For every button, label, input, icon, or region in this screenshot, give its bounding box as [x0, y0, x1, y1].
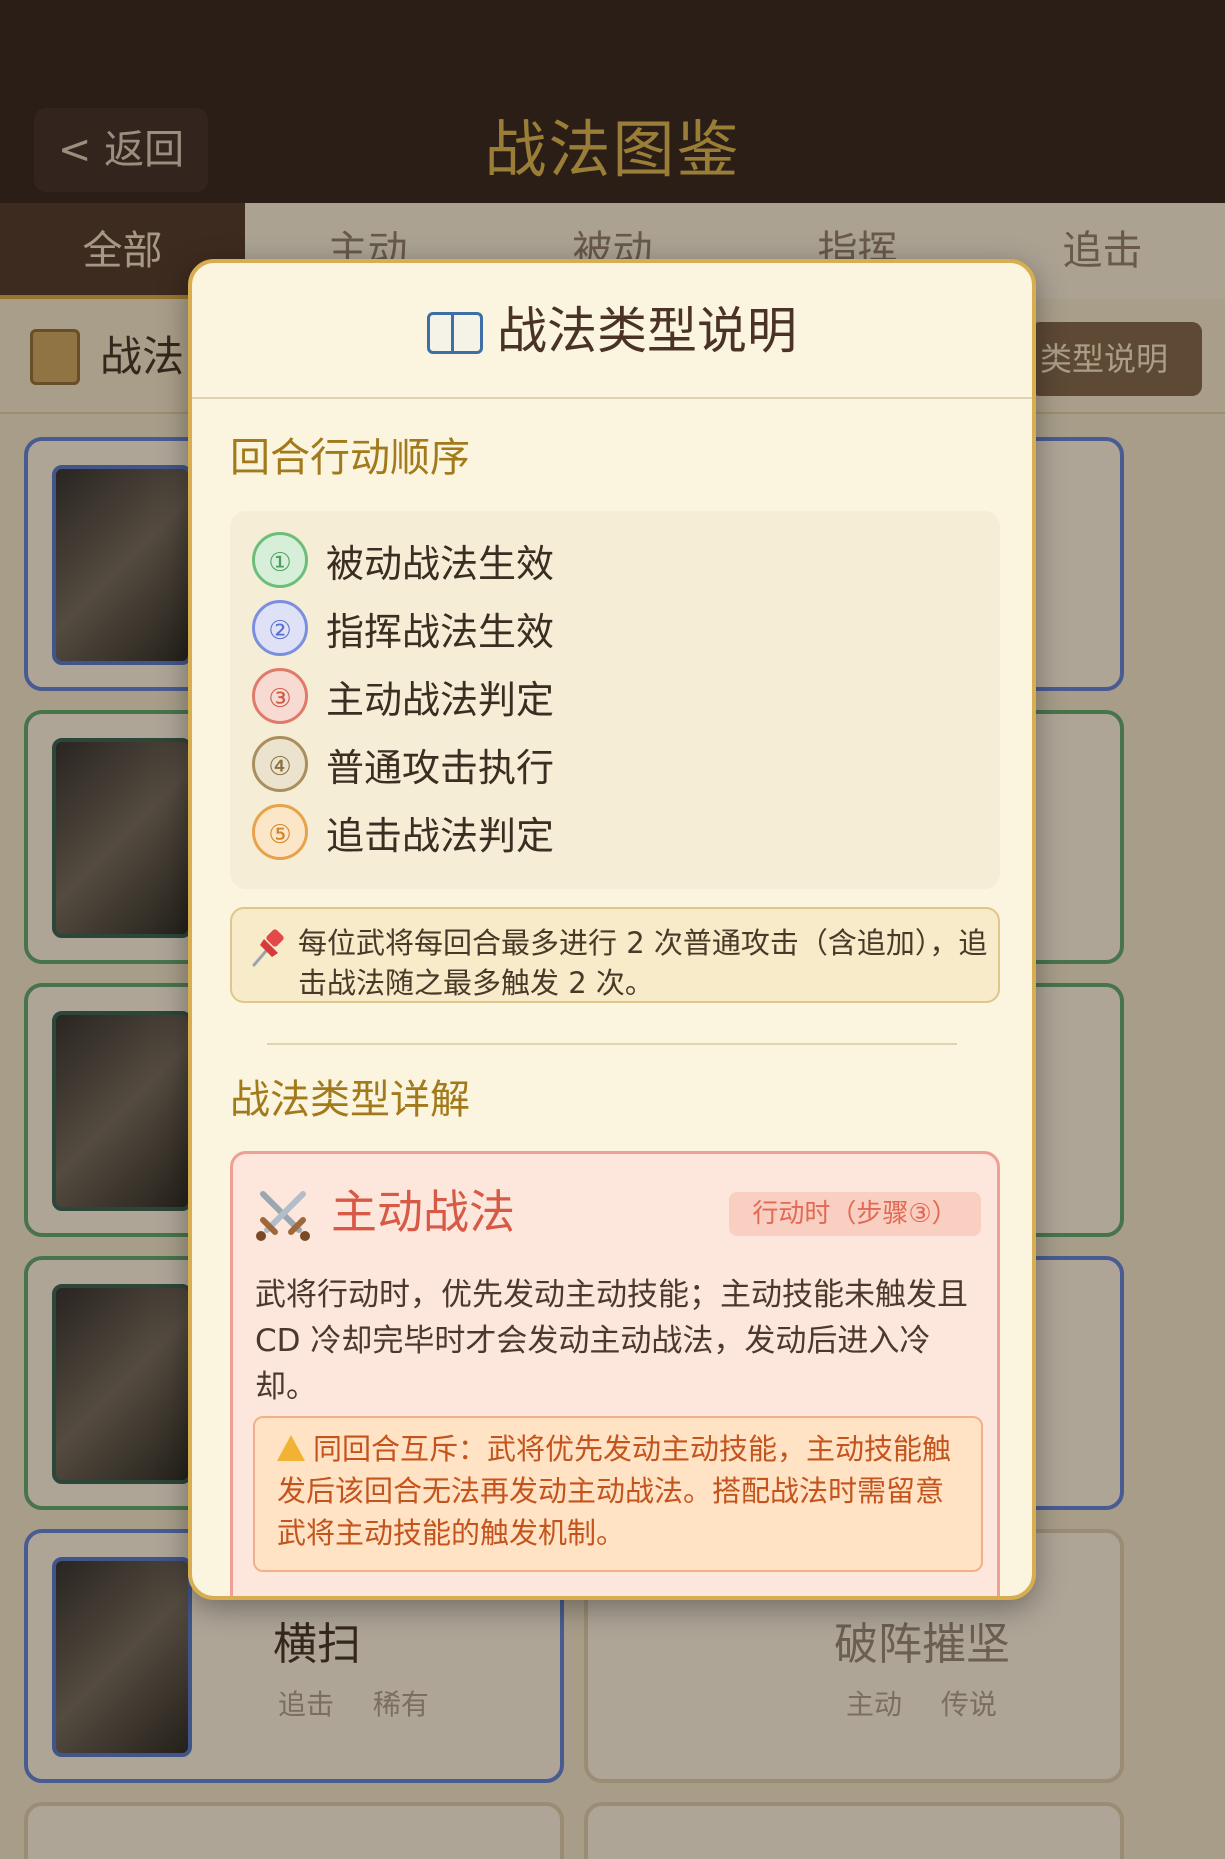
step-number: ③ [252, 668, 308, 724]
crossed-swords-icon [256, 1191, 310, 1241]
active-tactic-description: 武将行动时，优先发动主动技能；主动技能未触发且 CD 冷却完毕时才会发动主动战法… [255, 1277, 968, 1405]
warning-icon [277, 1435, 305, 1461]
divider [267, 1043, 957, 1045]
step-number: ① [252, 532, 308, 588]
book-icon [427, 312, 483, 354]
warning-content: 同回合互斥：武将优先发动主动技能，主动技能触发后该回合无法再发动主动战法。搭配战… [277, 1432, 952, 1550]
list-item: ③ 主动战法判定 [252, 668, 554, 724]
step-number: ② [252, 600, 308, 656]
order-section-title: 回合行动顺序 [230, 435, 470, 481]
timing-badge: 行动时（步骤③） [729, 1192, 981, 1236]
step-label: 主动战法判定 [326, 677, 555, 722]
step-label: 追击战法判定 [326, 813, 555, 858]
modal-title: 战法类型说明 [497, 302, 797, 360]
modal-header: 战法类型说明 [192, 263, 1032, 399]
step-number: ④ [252, 736, 308, 792]
list-item: ② 指挥战法生效 [252, 600, 554, 656]
step-label: 指挥战法生效 [326, 609, 555, 654]
list-item: ④ 普通攻击执行 [252, 736, 554, 792]
list-item: ⑤ 追击战法判定 [252, 804, 554, 860]
step-label: 被动战法生效 [326, 541, 555, 586]
type-info-modal: 战法类型说明 回合行动顺序 ① 被动战法生效 ② 指挥战法生效 ③ 主动战法判定… [188, 259, 1036, 1600]
attack-note: 每位武将每回合最多进行 2 次普通攻击（含追加），追击战法随之最多触发 2 次。 [230, 907, 1000, 1003]
note-text: 每位武将每回合最多进行 2 次普通攻击（含追加），追击战法随之最多触发 2 次。 [298, 926, 988, 1000]
step-number: ⑤ [252, 804, 308, 860]
action-order-list: ① 被动战法生效 ② 指挥战法生效 ③ 主动战法判定 ④ 普通攻击执行 ⑤ 追击… [230, 511, 1000, 889]
active-tactic-title: 主动战法 [331, 1185, 515, 1239]
details-section-title: 战法类型详解 [230, 1077, 470, 1123]
active-tactic-card: 主动战法 行动时（步骤③） 武将行动时，优先发动主动技能；主动技能未触发且 CD… [230, 1151, 1000, 1596]
pushpin-icon [252, 929, 284, 967]
warning-text: 同回合互斥：武将优先发动主动技能，主动技能触发后该回合无法再发动主动战法。搭配战… [277, 1428, 967, 1554]
step-label: 普通攻击执行 [326, 745, 555, 790]
list-item: ① 被动战法生效 [252, 532, 554, 588]
exclusive-warning: 同回合互斥：武将优先发动主动技能，主动技能触发后该回合无法再发动主动战法。搭配战… [253, 1416, 983, 1572]
